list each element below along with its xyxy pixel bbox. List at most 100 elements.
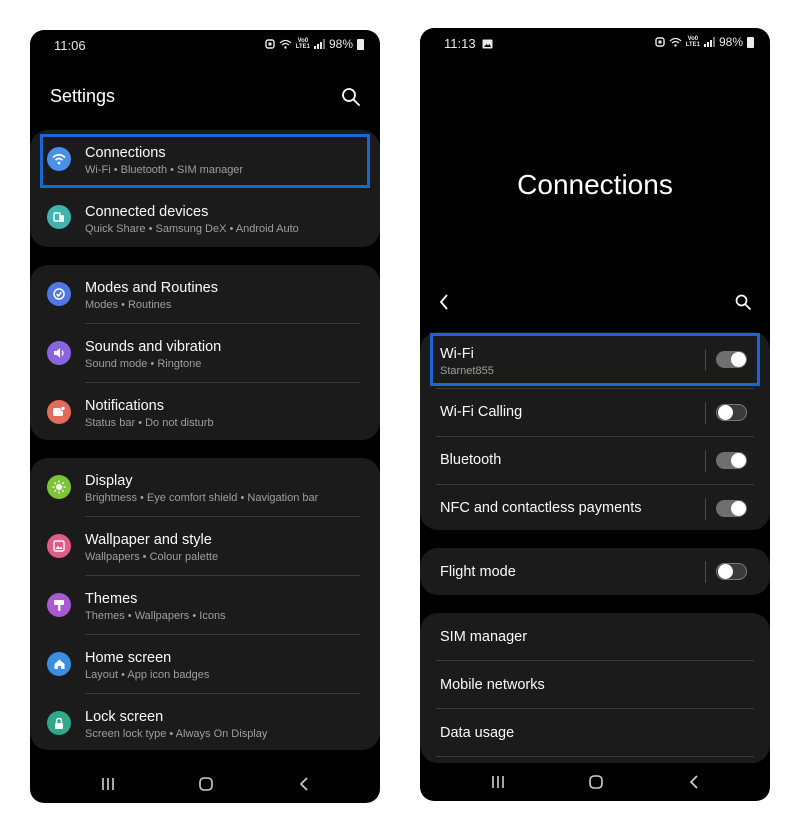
item-subtitle: Sound mode • Ringtone: [85, 358, 202, 370]
item-subtitle: Screen lock type • Always On Display: [85, 728, 268, 740]
item-subtitle: Layout • App icon badges: [85, 669, 210, 681]
connections-item-wifi-calling[interactable]: Wi-Fi Calling: [420, 389, 770, 436]
separator: [705, 498, 706, 520]
battery-icon: [357, 38, 364, 50]
cell-signal-icon: [703, 37, 715, 47]
status-bar: 11:13 Vo0 LTE1 98%: [420, 28, 770, 56]
settings-item-connected-devices[interactable]: Connected devices Quick Share • Samsung …: [30, 188, 380, 247]
battery-icon: [747, 36, 754, 48]
settings-group-2: Modes and Routines Modes • Routines Soun…: [30, 265, 380, 440]
volte-indicator: Vo0 LTE1: [685, 36, 700, 48]
separator: [705, 349, 706, 371]
settings-item-modes-routines[interactable]: Modes and Routines Modes • Routines: [30, 265, 380, 324]
battery-percent: 98%: [328, 37, 353, 51]
settings-item-display[interactable]: Display Brightness • Eye comfort shield …: [30, 458, 380, 516]
wifi-signal-icon: [279, 39, 292, 49]
connections-item-flight-mode[interactable]: Flight mode: [420, 548, 770, 595]
item-title: Mobile networks: [440, 677, 545, 693]
search-icon[interactable]: [340, 86, 362, 108]
back-button[interactable]: [298, 776, 310, 792]
nfc-toggle[interactable]: [716, 500, 747, 517]
back-button[interactable]: [688, 774, 700, 790]
status-time: 11:06: [54, 38, 86, 53]
item-title: Wallpaper and style: [85, 532, 212, 548]
home-button[interactable]: [588, 774, 604, 790]
cell-signal-icon: [313, 39, 325, 49]
toggle-knob: [718, 405, 733, 420]
connections-item-data-usage[interactable]: Data usage: [420, 709, 770, 756]
item-title: Connected devices: [85, 204, 209, 220]
navigation-bar: [420, 765, 770, 801]
status-icons: Vo0 LTE1 98%: [655, 35, 754, 49]
connections-item-sim-manager[interactable]: SIM manager: [420, 613, 770, 660]
wifi-signal-icon: [669, 37, 682, 47]
item-title: Lock screen: [85, 709, 164, 725]
battery-percent: 98%: [718, 35, 743, 49]
connections-item-wifi[interactable]: Wi-Fi Starnet855: [420, 332, 770, 388]
connections-item-nfc[interactable]: NFC and contactless payments: [420, 485, 770, 530]
status-time: 11:13: [444, 36, 476, 51]
connections-group-3: SIM manager Mobile networks Data usage: [420, 613, 770, 763]
connections-screen: 11:13 Vo0 LTE1 98% Connections Wi-Fi Star…: [420, 28, 770, 801]
wifi-icon: [47, 147, 71, 171]
connections-group-1: Wi-Fi Starnet855 Wi-Fi Calling Bluetooth…: [420, 332, 770, 530]
connected-devices-icon: [47, 205, 71, 229]
item-subtitle: Brightness • Eye comfort shield • Naviga…: [85, 492, 319, 504]
separator: [705, 402, 706, 424]
connections-item-bluetooth[interactable]: Bluetooth: [420, 437, 770, 484]
settings-item-wallpaper-style[interactable]: Wallpaper and style Wallpapers • Colour …: [30, 517, 380, 575]
item-title: Wi-Fi: [440, 346, 474, 362]
item-title: Notifications: [85, 398, 164, 414]
item-subtitle: Quick Share • Samsung DeX • Android Auto: [85, 223, 299, 235]
connections-item-mobile-networks[interactable]: Mobile networks: [420, 661, 770, 708]
modes-routines-icon: [47, 282, 71, 306]
home-screen-icon: [47, 652, 71, 676]
back-arrow-icon[interactable]: [438, 293, 450, 311]
toggle-knob: [718, 564, 733, 579]
item-subtitle: Themes • Wallpapers • Icons: [85, 610, 226, 622]
toggle-knob: [731, 352, 746, 367]
volte-indicator: Vo0 LTE1: [295, 38, 310, 50]
settings-item-notifications[interactable]: Notifications Status bar • Do not distur…: [30, 383, 380, 440]
item-title: Data usage: [440, 725, 515, 741]
page-title: Settings: [50, 86, 116, 106]
item-subtitle: Starnet855: [440, 365, 494, 377]
wifi-toggle[interactable]: [716, 351, 747, 368]
search-icon[interactable]: [734, 293, 752, 311]
status-bar: 11:06 Vo0 LTE1 98%: [30, 30, 380, 58]
separator: [705, 561, 706, 583]
connections-group-2: Flight mode: [420, 548, 770, 595]
status-time-group: 11:13: [444, 36, 493, 51]
settings-item-home-screen[interactable]: Home screen Layout • App icon badges: [30, 635, 380, 693]
item-title: Connections: [85, 145, 166, 161]
item-title: Sounds and vibration: [85, 339, 222, 355]
item-title: Bluetooth: [440, 452, 502, 468]
lock-screen-icon: [47, 711, 71, 735]
toggle-knob: [731, 501, 746, 516]
item-title: Modes and Routines: [85, 280, 218, 296]
wifi-calling-toggle[interactable]: [716, 404, 747, 421]
item-title: Display: [85, 473, 133, 489]
item-title: Flight mode: [440, 564, 516, 580]
separator: [705, 450, 706, 472]
settings-group-3: Display Brightness • Eye comfort shield …: [30, 458, 380, 750]
settings-item-lock-screen[interactable]: Lock screen Screen lock type • Always On…: [30, 694, 380, 750]
settings-item-themes[interactable]: Themes Themes • Wallpapers • Icons: [30, 576, 380, 634]
recents-button[interactable]: [490, 775, 506, 789]
home-button[interactable]: [198, 776, 214, 792]
bluetooth-toggle[interactable]: [716, 452, 747, 469]
recents-button[interactable]: [100, 777, 116, 791]
flight-mode-toggle[interactable]: [716, 563, 747, 580]
wallpaper-icon: [47, 534, 71, 558]
divider: [436, 756, 754, 757]
dnd-icon: [265, 39, 275, 49]
gallery-notification-icon: [482, 39, 493, 48]
item-title: SIM manager: [440, 629, 528, 645]
settings-item-connections[interactable]: Connections Wi-Fi • Bluetooth • SIM mana…: [30, 130, 380, 188]
item-subtitle: Status bar • Do not disturb: [85, 417, 214, 429]
item-title: Home screen: [85, 650, 172, 666]
settings-item-sounds-vibration[interactable]: Sounds and vibration Sound mode • Ringto…: [30, 324, 380, 382]
item-title: NFC and contactless payments: [440, 500, 642, 516]
item-subtitle: Modes • Routines: [85, 299, 172, 311]
item-subtitle: Wi-Fi • Bluetooth • SIM manager: [85, 164, 244, 176]
